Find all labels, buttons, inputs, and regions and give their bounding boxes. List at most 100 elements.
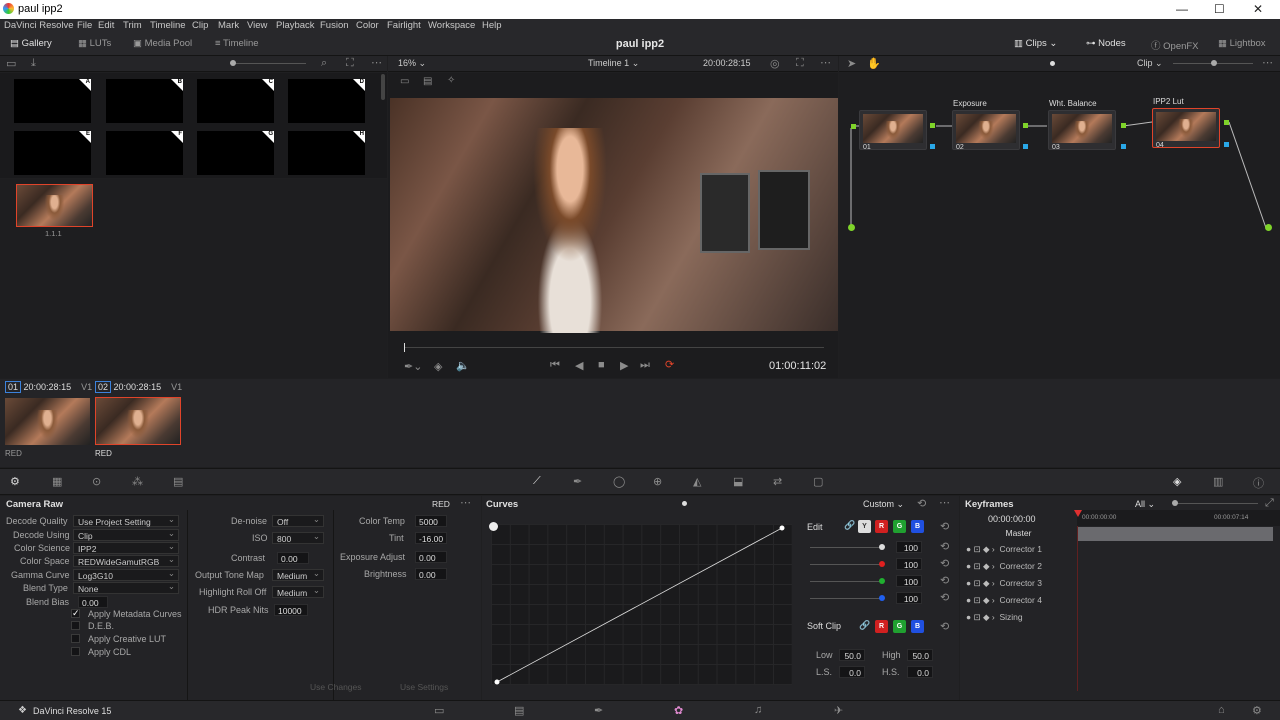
scopes-icon[interactable]: ▥ — [1213, 475, 1223, 488]
luts-button[interactable]: ▦ LUTs — [78, 38, 111, 49]
menu-color[interactable]: Color — [356, 20, 379, 31]
still-d[interactable]: D — [288, 79, 365, 123]
key-icon[interactable]: ⬓ — [733, 475, 743, 488]
menu-mark[interactable]: Mark — [218, 20, 239, 31]
node-zoom-slider[interactable] — [1173, 60, 1253, 66]
link-icon[interactable]: 🔗 — [844, 520, 855, 531]
deb-checkbox[interactable] — [71, 621, 80, 630]
node-02-exposure[interactable]: Exposure 02 — [952, 99, 1020, 151]
node-03-white-balance[interactable]: Wht. Balance 03 — [1048, 99, 1116, 151]
playhead-marker[interactable] — [1074, 510, 1082, 517]
use-changes-button[interactable]: Use Changes — [310, 682, 362, 692]
curve-graph[interactable] — [491, 524, 792, 685]
menu-workspace[interactable]: Workspace — [428, 20, 475, 31]
menu-file[interactable]: File — [77, 20, 92, 31]
y-intensity-slider[interactable] — [810, 544, 885, 550]
fusion-page-icon[interactable]: ✒ — [594, 704, 603, 717]
stop-icon[interactable]: ■ — [598, 359, 605, 371]
softclip-b-button[interactable]: B — [911, 620, 924, 633]
color-science-dropdown[interactable]: IPP2 — [73, 541, 179, 554]
scrub-bar[interactable] — [404, 343, 824, 352]
node-more-icon[interactable]: ⋯ — [1262, 56, 1273, 69]
go-to-start-icon[interactable]: ⏮ — [550, 359, 560, 372]
menu-view[interactable]: View — [247, 20, 267, 31]
window-icon[interactable]: ◯ — [613, 475, 625, 488]
split-view-icon[interactable]: ▭ — [6, 57, 16, 70]
menu-fusion[interactable]: Fusion — [320, 20, 349, 31]
still-h[interactable]: H — [288, 131, 365, 175]
keyframe-ruler[interactable]: 00:00:00:00 00:00:07:14 — [1074, 510, 1280, 526]
blend-type-dropdown[interactable]: None — [73, 581, 179, 594]
menu-trim[interactable]: Trim — [123, 20, 142, 31]
menu-playback[interactable]: Playback — [276, 20, 315, 31]
r-intensity-field[interactable]: 100 — [896, 558, 922, 570]
use-settings-button[interactable]: Use Settings — [400, 682, 448, 692]
keyframe-zoom-slider[interactable] — [1172, 500, 1258, 506]
eyedropper-icon[interactable]: ✒⌄ — [404, 360, 422, 373]
output-tone-map-dropdown[interactable]: Medium — [272, 568, 324, 581]
minimize-button[interactable]: — — [1176, 2, 1188, 16]
rgb-mixer-icon[interactable]: ⁂ — [132, 475, 143, 488]
menu-help[interactable]: Help — [482, 20, 502, 31]
fairlight-page-icon[interactable]: ♫ — [754, 704, 762, 716]
close-button[interactable]: ✕ — [1253, 2, 1263, 16]
highlight-roll-off-dropdown[interactable]: Medium — [272, 585, 324, 598]
layers-icon[interactable]: ◈ — [434, 360, 442, 373]
menu-clip[interactable]: Clip — [192, 20, 208, 31]
camera-raw-more-icon[interactable]: ⋯ — [460, 496, 471, 509]
camera-raw-icon[interactable]: ⚙ — [10, 475, 20, 488]
keyframes-filter-dropdown[interactable]: All ⌄ — [1135, 499, 1155, 510]
3d-icon[interactable]: ▢ — [813, 475, 823, 488]
menu-edit[interactable]: Edit — [98, 20, 114, 31]
b-intensity-field[interactable]: 100 — [896, 592, 922, 604]
menu-davinci[interactable]: DaVinci Resolve — [4, 20, 74, 31]
reverse-icon[interactable]: ◀ — [575, 359, 583, 372]
loop-icon[interactable]: ⟳ — [665, 358, 674, 371]
keyframe-row-master[interactable]: Master — [962, 526, 1075, 542]
grabbed-still[interactable] — [16, 184, 93, 227]
color-picker-icon[interactable]: ◎ — [770, 57, 780, 70]
still-c[interactable]: C — [197, 79, 274, 123]
image-wipe-icon[interactable]: ▭ — [400, 76, 409, 87]
tint-field[interactable]: -16.00 — [415, 532, 447, 544]
fullscreen-icon[interactable]: ⛶ — [796, 57, 804, 70]
clips-button[interactable]: ▥ Clips ⌄ — [1014, 38, 1057, 49]
motion-effects-icon[interactable]: ▤ — [173, 475, 183, 488]
keyframe-row-corrector-2[interactable]: ● ⊡ ◆ › Corrector 2 — [966, 561, 1078, 577]
b-intensity-slider[interactable] — [810, 595, 885, 601]
grab-still-icon[interactable]: ⤓ — [31, 57, 36, 70]
b-reset-icon[interactable]: ⟲ — [940, 591, 949, 604]
g-reset-icon[interactable]: ⟲ — [940, 574, 949, 587]
softclip-r-button[interactable]: R — [875, 620, 888, 633]
r-intensity-slider[interactable] — [810, 561, 885, 567]
iso-dropdown[interactable]: 800 — [272, 531, 324, 544]
clip-mode-dropdown[interactable]: Clip ⌄ — [1137, 58, 1163, 69]
deliver-page-icon[interactable]: ✈ — [834, 704, 843, 717]
edit-page-icon[interactable]: ▤ — [514, 704, 524, 717]
menu-fairlight[interactable]: Fairlight — [387, 20, 421, 31]
apply-creative-lut-checkbox[interactable] — [71, 634, 80, 643]
timeline-button[interactable]: ≡ Timeline — [215, 38, 259, 49]
split-screen-icon[interactable]: ▤ — [423, 76, 432, 87]
curve-y-button[interactable]: Y — [858, 520, 871, 533]
keyframe-row-corrector-4[interactable]: ● ⊡ ◆ › Corrector 4 — [966, 595, 1078, 611]
hs-field[interactable]: 0.0 — [907, 666, 933, 678]
curve-start-handle[interactable] — [489, 522, 498, 531]
gallery-button[interactable]: ▤ Gallery — [10, 38, 52, 49]
keyframe-row-corrector-3[interactable]: ● ⊡ ◆ › Corrector 3 — [966, 578, 1078, 594]
go-to-end-icon[interactable]: ⏭ — [640, 359, 650, 372]
hand-icon[interactable]: ✋ — [867, 57, 881, 70]
home-icon[interactable]: ⌂ — [1218, 704, 1225, 716]
apply-metadata-curves-checkbox[interactable]: ✓ — [71, 609, 80, 618]
denoise-dropdown[interactable]: Off — [272, 514, 324, 527]
curves-icon[interactable]: ⟋ — [533, 475, 541, 488]
info-icon[interactable]: ⓘ — [1253, 475, 1264, 491]
nodes-button[interactable]: ⊶ Nodes — [1086, 38, 1126, 49]
curves-mode-dropdown[interactable]: Custom ⌄ — [863, 499, 904, 510]
viewer-image[interactable] — [390, 98, 838, 333]
qualifier-icon[interactable]: ✒ — [573, 475, 582, 488]
gamma-curve-dropdown[interactable]: Log3G10 — [73, 568, 179, 581]
source-output[interactable] — [848, 224, 855, 231]
still-g[interactable]: G — [197, 131, 274, 175]
hdr-peak-nits-field[interactable]: 10000 — [274, 604, 308, 616]
